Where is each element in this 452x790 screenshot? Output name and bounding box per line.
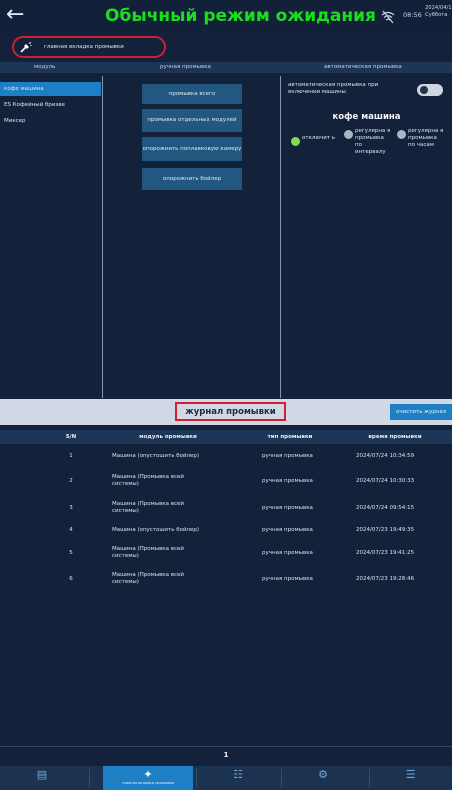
back-arrow-icon[interactable]: ← bbox=[6, 3, 32, 27]
nav-cleaning[interactable]: ✦ главная вкладка промывки bbox=[103, 766, 193, 790]
row-module: Машина (опустошить бойлер) bbox=[112, 453, 200, 459]
weekday-line: Суббота bbox=[425, 12, 448, 18]
page-number[interactable]: 1 bbox=[0, 751, 452, 759]
row-type: ручная промывка bbox=[262, 576, 313, 582]
machine-title: кофе машина bbox=[332, 112, 401, 122]
row-sn: 1 bbox=[69, 453, 73, 459]
row-module: Машина (Промывка всей системы) bbox=[112, 501, 184, 514]
clear-log-button[interactable]: очистить журнал bbox=[390, 404, 452, 420]
startup-cleaning-toggle[interactable] bbox=[417, 84, 443, 96]
row-type: ручная промывка bbox=[262, 505, 313, 511]
col-type: тип промывки bbox=[267, 434, 313, 440]
nav-separator bbox=[89, 769, 90, 787]
date-line: 2024/04/1 bbox=[425, 5, 452, 11]
option-hourly-label: регулярна я промывка по часам bbox=[408, 128, 444, 148]
row-time: 2024/07/24 09:54:15 bbox=[356, 505, 415, 511]
toggle-knob bbox=[420, 86, 428, 94]
col-time: время промывки bbox=[368, 434, 422, 440]
radio-icon bbox=[397, 130, 406, 139]
row-time: 2024/07/23 19:49:35 bbox=[356, 527, 415, 533]
row-module: Машина (Промывка всей системы) bbox=[112, 546, 184, 559]
startup-cleaning-label: автоматическая промывка при включении ма… bbox=[288, 82, 379, 95]
clean-all-button[interactable]: промывка всего bbox=[142, 84, 242, 104]
tree-structure-icon: ☷ bbox=[233, 768, 243, 781]
nav-cleaning-label: главная вкладка промывки bbox=[121, 781, 175, 785]
row-sn: 2 bbox=[69, 478, 73, 484]
nav-settings[interactable]: ⚙ bbox=[281, 766, 365, 790]
cleaning-brush-icon: ✦ bbox=[143, 768, 153, 781]
column-headers: модуль ручная промывка автоматическая пр… bbox=[0, 62, 452, 73]
module-item-coffee-machine[interactable]: кофе машина bbox=[0, 82, 101, 96]
option-disable[interactable]: отключит ь bbox=[291, 135, 343, 146]
bottom-nav: ▤ ✦ главная вкладка промывки ☷ ⚙ ☰ bbox=[0, 766, 452, 790]
row-module: Машина (Промывка всей системы) bbox=[112, 474, 184, 487]
row-sn: 6 bbox=[69, 576, 73, 582]
option-interval-label: регулярна я промывка по интервалу bbox=[355, 128, 391, 155]
nav-structure[interactable]: ☷ bbox=[196, 766, 280, 790]
option-disable-label: отключит ь bbox=[302, 135, 336, 141]
module-column-header: модуль bbox=[34, 64, 56, 70]
row-sn: 5 bbox=[69, 550, 73, 556]
option-hourly[interactable]: регулярна я промывка по часам bbox=[397, 128, 449, 149]
module-list: кофе машина ES Кофейный бризве Миксер bbox=[0, 76, 103, 398]
drain-float-chamber-button[interactable]: опорожнить поплавковую камеру bbox=[142, 137, 242, 161]
auto-column-header: автоматическая промывка bbox=[324, 64, 402, 70]
settings-icon: ⚙ bbox=[318, 768, 328, 781]
module-item-mixer[interactable]: Миксер bbox=[0, 114, 101, 128]
row-module: Машина (Промывка всей системы) bbox=[112, 572, 184, 585]
col-module: модуль промывки bbox=[139, 434, 197, 440]
row-time: 2024/07/24 10:30:33 bbox=[356, 478, 415, 484]
radio-selected-icon bbox=[291, 137, 300, 146]
row-sn: 3 bbox=[69, 505, 73, 511]
manual-column-header: ручная промывка bbox=[160, 64, 211, 70]
row-type: ручная промывка bbox=[262, 527, 313, 533]
wifi-off-icon bbox=[381, 9, 395, 24]
cleaning-main-tab[interactable]: главная вкладка промывки bbox=[12, 36, 166, 58]
manual-cleaning-panel: промывка всего промывка отдельных модуле… bbox=[103, 76, 281, 398]
radio-icon bbox=[344, 130, 353, 139]
tab-chip-label: главная вкладка промывки bbox=[44, 44, 124, 50]
log-table-header: S/N модуль промывки тип промывки время п… bbox=[0, 430, 452, 444]
row-time: 2024/07/23 19:41:25 bbox=[356, 550, 415, 556]
pagination-bar: 1 bbox=[0, 746, 452, 764]
row-type: ручная промывка bbox=[262, 453, 313, 459]
cleaning-brush-icon bbox=[20, 41, 34, 53]
module-item-es-coffee[interactable]: ES Кофейный бризве bbox=[0, 98, 101, 112]
date-display: 2024/04/1 Суббота bbox=[425, 5, 452, 19]
drain-boiler-button[interactable]: опорожнить бойлер bbox=[142, 168, 242, 190]
row-type: ручная промывка bbox=[262, 550, 313, 556]
row-sn: 4 bbox=[69, 527, 73, 533]
list-icon: ☰ bbox=[405, 768, 416, 781]
col-sn: S/N bbox=[65, 434, 77, 440]
row-module: Машина (опустошить бойлер) bbox=[112, 527, 200, 533]
row-type: ручная промывка bbox=[262, 478, 313, 484]
page-title: Обычный режим ожидания bbox=[105, 6, 376, 26]
log-title: журнал промывки bbox=[175, 402, 286, 421]
auto-cleaning-panel: автоматическая промывка при включении ма… bbox=[281, 76, 452, 398]
monitor-icon: ▤ bbox=[36, 768, 48, 781]
row-time: 2024/07/23 19:28:46 bbox=[356, 576, 415, 582]
row-time: 2024/07/24 10:34:59 bbox=[356, 453, 415, 459]
option-interval[interactable]: регулярна я промывка по интервалу bbox=[344, 128, 396, 156]
clean-modules-button[interactable]: промывка отдельных модулей bbox=[142, 109, 242, 132]
nav-list[interactable]: ☰ bbox=[369, 766, 452, 790]
nav-monitor[interactable]: ▤ bbox=[0, 766, 84, 790]
clock-time: 08:56 bbox=[403, 11, 422, 19]
